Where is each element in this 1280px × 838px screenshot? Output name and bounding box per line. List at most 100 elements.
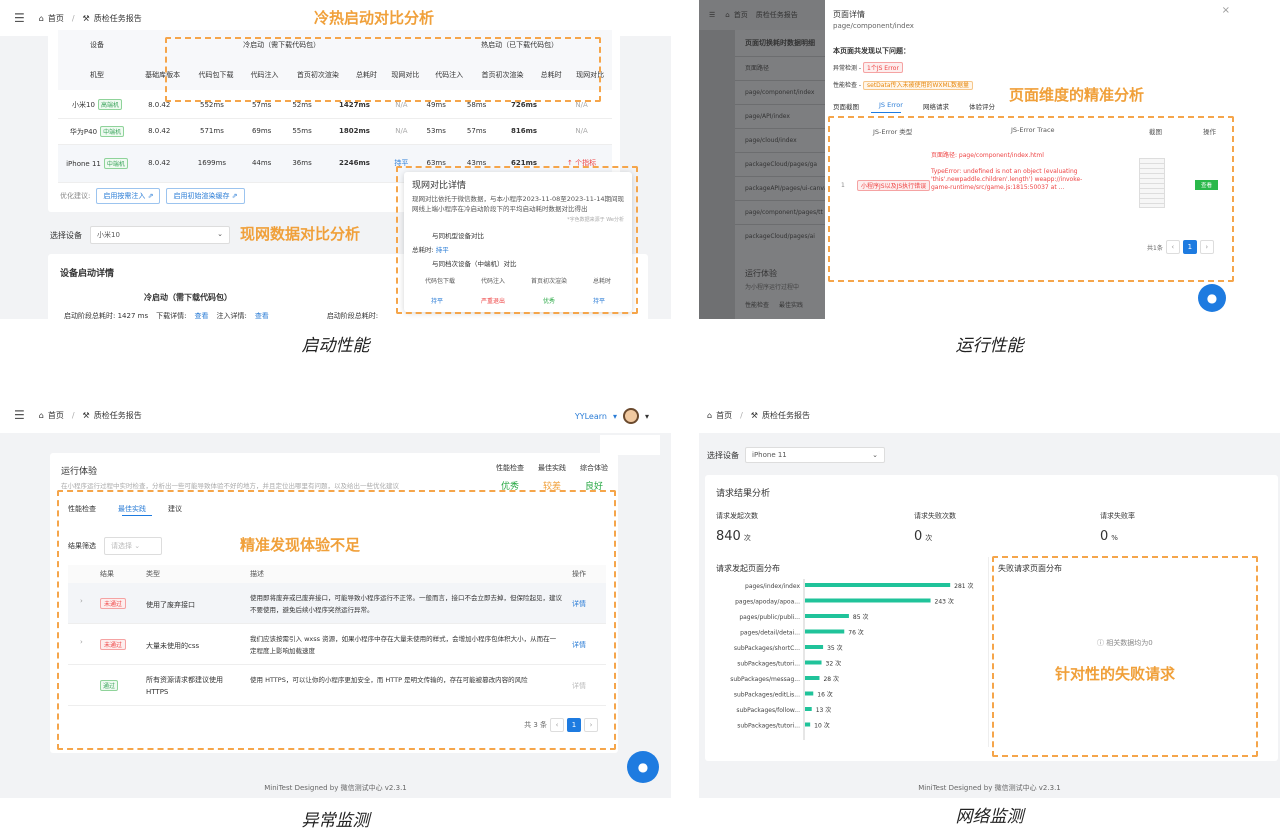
caption-runtime: 运行性能	[955, 336, 1024, 356]
value-cell: N/A	[395, 127, 408, 135]
tab-1[interactable]: JS Error	[879, 101, 903, 111]
model-name: iPhone 11	[66, 159, 101, 168]
caption-exception: 异常监测	[301, 811, 370, 831]
model-cell: 小米10 高端机	[58, 92, 136, 118]
value-cell: 69ms	[251, 127, 272, 135]
panel-exception: ☰ ⌂ 首页 / ⚒ 质检任务报告 YYLearn ▾ ▾ 运行体验 在小程序运行…	[0, 397, 671, 798]
close-icon[interactable]: ×	[1222, 5, 1230, 16]
tab-3[interactable]: 体验评分	[969, 101, 995, 111]
breadcrumb-home[interactable]: 首页	[716, 410, 732, 421]
value-cell: 57ms	[466, 127, 487, 135]
bar-value-label: 16 次	[817, 691, 833, 699]
breadcrumb-home[interactable]: 首页	[48, 13, 64, 24]
annotation-page-dim: 页面维度的精准分析	[1009, 86, 1145, 104]
highlight-box	[165, 37, 601, 102]
model-name: 小米10	[72, 101, 95, 110]
value-cell: 44ms	[251, 159, 272, 167]
home-icon: ⌂	[707, 410, 713, 420]
value-cell: N/A	[575, 127, 588, 135]
device-select-row: 选择设备 iPhone 11 ⌄	[707, 447, 885, 463]
top-nav: ☰ ⌂ 首页 / ⚒ 质检任务报告 YYLearn ▾ ▾	[0, 397, 671, 433]
device-select[interactable]: iPhone 11 ⌄	[745, 447, 885, 463]
stat-item: 请求失败次数 0 次	[914, 511, 956, 544]
head-device: 设备	[90, 41, 104, 49]
category-label: pages/public/publi...	[739, 614, 800, 621]
chevron-down-icon: ⌄	[217, 230, 223, 238]
stat-item: 请求发起次数 840 次	[716, 511, 758, 544]
category-label: pages/index/index	[745, 583, 800, 590]
highlight-box	[992, 556, 1258, 757]
inject-detail-link[interactable]: 查看	[255, 311, 269, 319]
list-item[interactable]: packageCloud/pages/ai	[735, 224, 835, 248]
list-item[interactable]: packageCloud/pages/ga	[735, 152, 835, 176]
bg-page-list: 页面切换耗时数据明细 页面路径 page/component/index page/…	[735, 30, 835, 319]
breadcrumb-report[interactable]: 质检任务报告	[762, 410, 810, 421]
dialog-path: page/component/index	[833, 22, 914, 30]
detail-cold-sub: 冷启动（需下载代码包）	[144, 293, 232, 302]
breadcrumb-report[interactable]: 质检任务报告	[94, 410, 142, 421]
bar	[805, 691, 814, 696]
highlight-box	[396, 166, 638, 314]
breadcrumb-home[interactable]: 首页	[734, 10, 748, 20]
list-item[interactable]: packageAPI/pages/ui-canvas/ex-change	[735, 176, 835, 200]
value-cell: 1802ms	[339, 127, 370, 135]
breadcrumb-report[interactable]: 质检任务报告	[756, 10, 798, 20]
menu-icon[interactable]: ☰	[14, 11, 25, 25]
panel-startup: ☰ ⌂ 首页 / ⚒ 质检任务报告 设备 冷启动（需下载代码包） 热启动（已下载…	[0, 0, 671, 319]
list-item[interactable]: 页面路径	[735, 56, 835, 80]
model-cell: 华为P40 中端机	[58, 118, 136, 144]
chat-icon[interactable]: ●	[627, 751, 659, 783]
highlight-box	[828, 116, 1234, 282]
menu-icon[interactable]: ☰	[14, 408, 25, 422]
model-cell: iPhone 11 中端机	[58, 144, 136, 182]
optimize-button-2[interactable]: 启用初始渲染缓存 ⇗	[166, 188, 245, 204]
bar-value-label: 281 次	[954, 582, 973, 590]
value-cell: 8.0.42	[148, 159, 171, 167]
home-icon: ⌂	[38, 410, 44, 420]
category-label: subPackages/tutori...	[737, 723, 800, 730]
request-distribution-chart: pages/index/index 281 次 pages/apoday/apoa.…	[730, 579, 974, 740]
category-label: subPackages/messag...	[730, 676, 800, 683]
category-label: subPackages/tutori...	[737, 661, 800, 668]
score-item: 性能检查 优秀	[496, 463, 524, 492]
wrench-icon: ⚒	[750, 410, 758, 420]
request-title: 请求结果分析	[716, 489, 771, 499]
stat-value: 0%	[1100, 529, 1118, 544]
list-item[interactable]: page/component/pages/tt	[735, 200, 835, 224]
bar	[805, 645, 824, 649]
optimize-row: 优化建议: 启用按需注入 ⇗ 启用初始渲染缓存 ⇗	[60, 188, 245, 204]
highlight-box	[57, 490, 616, 750]
breadcrumb-report[interactable]: 质检任务报告	[94, 13, 142, 24]
bar-value-label: 85 次	[853, 613, 869, 621]
list-item[interactable]: page/cloud/index	[735, 128, 835, 152]
download-detail-link[interactable]: 查看	[194, 311, 208, 319]
dialog-tabs: 页面截图 JS Error 网络请求 体验评分	[833, 101, 995, 111]
score-label: 最佳实践	[538, 464, 566, 472]
menu-icon[interactable]: ☰	[709, 11, 715, 19]
value-cell: 36ms	[292, 159, 312, 167]
detail-title: 设备启动详情	[60, 269, 115, 279]
device-tier-badge: 中端机	[103, 157, 128, 169]
home-icon: ⌂	[725, 11, 730, 19]
breadcrumb-home[interactable]: 首页	[48, 410, 64, 421]
list-item[interactable]: page/component/index	[735, 80, 835, 104]
wrench-icon: ⚒	[82, 410, 90, 420]
divider	[988, 557, 989, 747]
list-item[interactable]: page/API/index	[735, 104, 835, 128]
avatar[interactable]	[622, 408, 639, 424]
user-menu[interactable]: YYLearn ▾ ▾	[575, 408, 649, 424]
tab-0[interactable]: 页面截图	[833, 101, 859, 111]
optimize-button-1[interactable]: 启用按需注入 ⇗	[96, 188, 161, 204]
bg-run-sub: 为小程序运行过程中	[745, 284, 800, 291]
stat-label: 请求发起次数	[716, 512, 758, 520]
tab-underline	[871, 112, 901, 113]
bar	[805, 707, 812, 711]
bar	[805, 598, 931, 603]
stat-value: 0次	[914, 529, 933, 544]
bar-value-label: 76 次	[848, 629, 864, 637]
device-select[interactable]: 小米10 ⌄	[90, 226, 230, 244]
tab-2[interactable]: 网络请求	[923, 101, 949, 111]
panel-runtime: ☰ ⌂ 首页 质检任务报告 页面切换耗时数据明细 页面路径 page/compon…	[699, 0, 1280, 319]
category-label: pages/apoday/apoa...	[735, 599, 800, 606]
chat-icon[interactable]: ●	[1198, 284, 1226, 312]
